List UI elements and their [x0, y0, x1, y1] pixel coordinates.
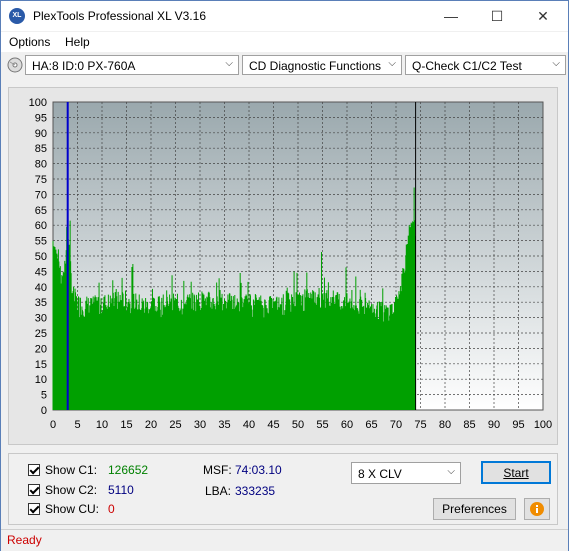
preferences-button-label: Preferences — [442, 502, 507, 516]
y-tick-label: 15 — [35, 359, 47, 371]
function-select-value: CD Diagnostic Functions — [249, 59, 382, 73]
minimize-button[interactable]: — — [428, 1, 474, 31]
info-icon — [530, 502, 544, 516]
drive-select[interactable]: HA:8 ID:0 PX-760A ⌵ — [25, 55, 239, 75]
chevron-down-icon: ⌵ — [225, 58, 233, 69]
y-tick-label: 0 — [41, 405, 47, 417]
start-button[interactable]: Start — [481, 461, 551, 484]
info-button[interactable] — [524, 498, 550, 520]
chart-panel: 0 5 10 15 20 25 30 35 40 45 50 55 60 65 70 75 80 85 90 95 10… — [8, 87, 558, 445]
app-window: XL PlexTools Professional XL V3.16 — ☐ ✕… — [0, 0, 569, 551]
x-tick-label: 95 — [512, 419, 524, 431]
y-tick-label: 5 — [41, 390, 47, 402]
x-tick-label: 45 — [267, 419, 279, 431]
drive-select-value: HA:8 ID:0 PX-760A — [32, 59, 136, 73]
x-tick-label: 100 — [534, 419, 552, 431]
show-cu-label: Show CU: — [45, 502, 100, 516]
x-tick-label: 60 — [341, 419, 353, 431]
maximize-button[interactable]: ☐ — [474, 1, 520, 31]
y-tick-label: 50 — [35, 251, 47, 263]
y-tick-label: 25 — [35, 328, 47, 340]
close-button[interactable]: ✕ — [520, 1, 566, 31]
disc-drive-icon — [7, 57, 23, 73]
x-tick-label: 85 — [463, 419, 475, 431]
c1-value: 126652 — [108, 463, 149, 477]
y-tick-label: 30 — [35, 313, 47, 325]
x-tick-label: 40 — [243, 419, 255, 431]
y-tick-label: 65 — [35, 205, 47, 217]
msf-label: MSF: — [203, 463, 232, 477]
title-bar: XL PlexTools Professional XL V3.16 — ☐ ✕ — [1, 1, 568, 31]
x-tick-label: 0 — [50, 419, 56, 431]
show-c1-label: Show C1: — [45, 463, 98, 477]
c1-c2-chart: 0 5 10 15 20 25 30 35 40 45 50 55 60 65 70 75 80 85 90 95 10… — [29, 97, 553, 431]
y-tick-label: 45 — [35, 266, 47, 278]
chevron-down-icon: ⌵ — [552, 58, 560, 69]
x-tick-label: 75 — [414, 419, 426, 431]
start-button-label: Start — [503, 466, 529, 480]
y-tick-label: 35 — [35, 297, 47, 309]
speed-select[interactable]: 8 X CLV ⌵ — [351, 462, 461, 484]
y-tick-label: 10 — [35, 374, 47, 386]
preferences-button[interactable]: Preferences — [433, 498, 516, 520]
x-tick-label: 55 — [316, 419, 328, 431]
x-tick-label: 30 — [194, 419, 206, 431]
menu-options[interactable]: Options — [9, 35, 50, 49]
status-text: Ready — [7, 533, 42, 547]
menu-help[interactable]: Help — [65, 35, 90, 49]
y-tick-label: 40 — [35, 282, 47, 294]
x-tick-label: 90 — [488, 419, 500, 431]
show-c2-label: Show C2: — [45, 483, 98, 497]
lba-value: 333235 — [235, 484, 276, 498]
window-title: PlexTools Professional XL V3.16 — [33, 9, 206, 23]
menu-bar: Options Help — [1, 32, 568, 52]
lba-label: LBA: — [205, 484, 232, 498]
y-tick-label: 85 — [35, 143, 47, 155]
y-tick-label: 95 — [35, 112, 47, 124]
x-tick-label: 80 — [439, 419, 451, 431]
y-tick-label: 55 — [35, 236, 47, 248]
test-select[interactable]: Q-Check C1/C2 Test ⌵ — [405, 55, 566, 75]
speed-select-value: 8 X CLV — [358, 467, 402, 481]
c2-value: 5110 — [108, 483, 134, 497]
y-tick-label: 20 — [35, 343, 47, 355]
y-tick-label: 60 — [35, 220, 47, 232]
x-tick-label: 10 — [96, 419, 108, 431]
show-c2-checkbox[interactable] — [28, 484, 40, 496]
x-tick-label: 70 — [390, 419, 402, 431]
x-tick-label: 35 — [218, 419, 230, 431]
y-tick-label: 80 — [35, 159, 47, 171]
show-c1-checkbox[interactable] — [28, 464, 40, 476]
c1-series-fill — [53, 323, 416, 410]
x-tick-label: 50 — [292, 419, 304, 431]
msf-value: 74:03.10 — [235, 463, 282, 477]
cu-value: 0 — [108, 502, 115, 516]
y-tick-label: 100 — [29, 97, 47, 109]
y-tick-label: 90 — [35, 128, 47, 140]
y-tick-label: 75 — [35, 174, 47, 186]
function-select[interactable]: CD Diagnostic Functions ⌵ — [242, 55, 402, 75]
show-cu-checkbox[interactable] — [28, 503, 40, 515]
x-tick-label: 25 — [169, 419, 181, 431]
chevron-down-icon: ⌵ — [447, 466, 455, 477]
chevron-down-icon: ⌵ — [388, 58, 396, 69]
x-tick-label: 5 — [74, 419, 80, 431]
x-tick-label: 65 — [365, 419, 377, 431]
x-tick-label: 15 — [120, 419, 132, 431]
test-select-value: Q-Check C1/C2 Test — [412, 59, 522, 73]
app-logo-icon: XL — [9, 8, 25, 24]
status-bar: Ready — [1, 529, 568, 551]
y-tick-label: 70 — [35, 189, 47, 201]
x-tick-label: 20 — [145, 419, 157, 431]
